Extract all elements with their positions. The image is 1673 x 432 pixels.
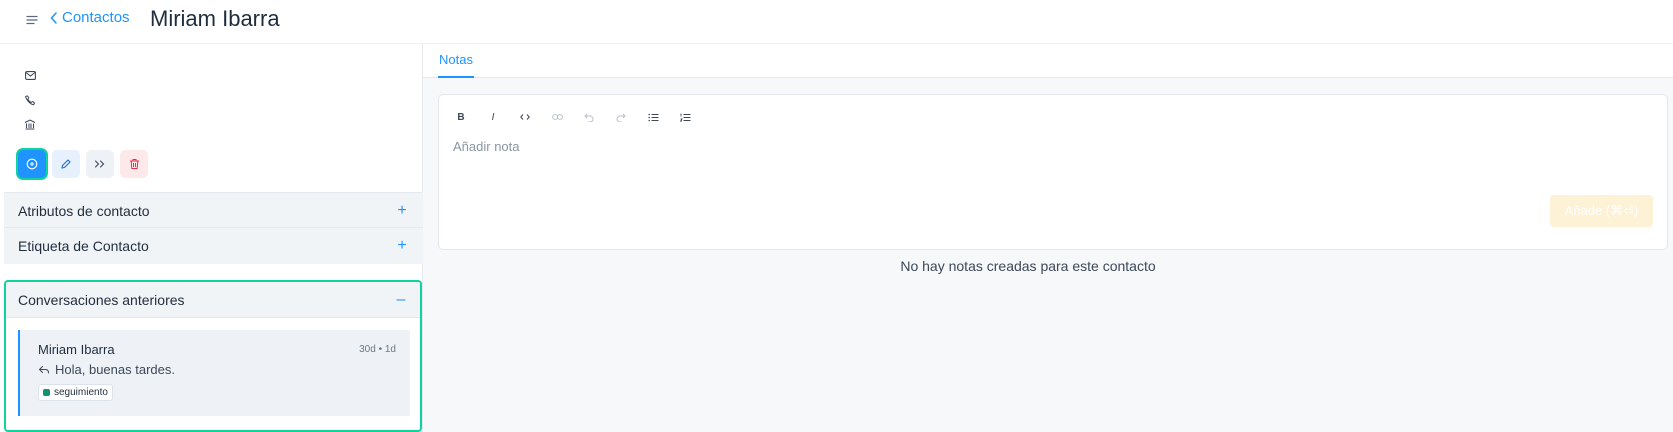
tag-label: seguimiento (54, 387, 108, 398)
note-input[interactable] (453, 135, 1453, 157)
merge-contact-button[interactable] (86, 150, 114, 178)
link-icon[interactable] (547, 107, 567, 127)
bullet-list-icon[interactable] (643, 107, 663, 127)
delete-contact-button[interactable] (120, 150, 148, 178)
double-chevron-right-icon (94, 160, 105, 168)
tab-notes[interactable]: Notas (438, 44, 474, 78)
back-to-contacts-link[interactable]: Contactos (50, 9, 130, 26)
edit-contact-button[interactable] (52, 150, 80, 178)
add-note-button[interactable]: Añade (⌘⏎) (1550, 195, 1653, 227)
conversation-timestamp: 30d • 1d (359, 344, 396, 355)
reply-icon (38, 365, 49, 373)
new-message-button[interactable] (18, 150, 46, 178)
editor-toolbar: B I (451, 107, 695, 127)
message-icon (26, 158, 38, 170)
phone-icon[interactable] (20, 91, 40, 109)
italic-icon[interactable]: I (483, 107, 503, 127)
plus-icon[interactable]: + (395, 203, 409, 219)
pencil-icon (61, 159, 71, 169)
contact-attributes-section[interactable]: Atributos de contacto + (4, 192, 423, 229)
conversation-last-message: Hola, buenas tardes. (38, 362, 175, 377)
conversation-card[interactable]: Miriam Ibarra 30d • 1d Hola, buenas tard… (18, 330, 410, 416)
section-label: Atributos de contacto (18, 203, 150, 219)
back-link-label: Contactos (62, 9, 130, 26)
code-icon[interactable] (515, 107, 535, 127)
message-preview: Hola, buenas tardes. (55, 362, 175, 377)
menu-icon[interactable] (22, 10, 42, 30)
company-icon[interactable] (20, 115, 40, 133)
bold-icon[interactable]: B (451, 107, 471, 127)
numbered-list-icon[interactable] (675, 107, 695, 127)
contact-actions (18, 150, 148, 178)
trash-icon (129, 159, 139, 169)
page-title: Miriam Ibarra (150, 6, 280, 31)
page-header: Contactos Miriam Ibarra (0, 0, 1673, 44)
tag-color-dot (43, 389, 50, 396)
minus-icon[interactable]: – (394, 291, 408, 307)
conversation-contact-name: Miriam Ibarra (38, 342, 115, 357)
notes-panel: Notas B I Añade (⌘⏎) (423, 44, 1673, 432)
contact-labels-section[interactable]: Etiqueta de Contacto + (4, 227, 423, 264)
note-editor: B I Añade (⌘⏎) (438, 94, 1668, 250)
chevron-left-icon (50, 12, 57, 24)
contact-panel: Atributos de contacto + Etiqueta de Cont… (4, 44, 423, 432)
undo-icon[interactable] (579, 107, 599, 127)
redo-icon[interactable] (611, 107, 631, 127)
empty-notes-message: No hay notas creadas para este contacto (900, 258, 1156, 274)
tab-bar: Notas (423, 44, 1673, 78)
plus-icon[interactable]: + (395, 238, 409, 254)
mail-icon[interactable] (20, 66, 40, 84)
previous-conversations-header[interactable]: Conversaciones anteriores – (6, 282, 420, 318)
conversation-tag: seguimiento (38, 384, 113, 401)
section-label: Etiqueta de Contacto (18, 238, 149, 254)
section-label: Conversaciones anteriores (18, 291, 185, 308)
previous-conversations-section: Conversaciones anteriores – Miriam Ibarr… (4, 280, 422, 432)
